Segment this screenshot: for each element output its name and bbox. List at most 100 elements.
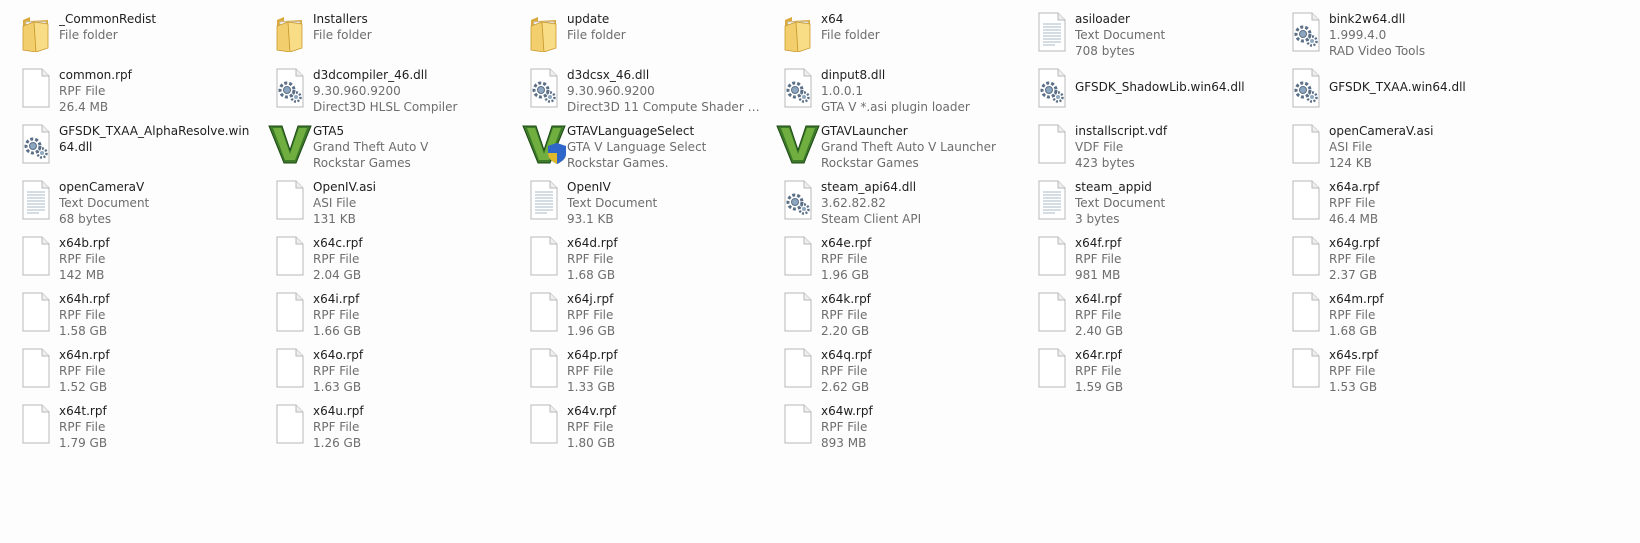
file-type: RPF File [59, 308, 106, 322]
file-item[interactable]: x64e.rpf RPF File 1.96 GB [776, 230, 1030, 286]
file-type: ASI File [313, 196, 357, 210]
file-item[interactable]: x64s.rpf RPF File 1.53 GB [1284, 342, 1538, 398]
file-type: RPF File [1329, 196, 1376, 210]
file-type: RPF File [1075, 364, 1122, 378]
file-meta: GTA5 Grand Theft Auto V Rockstar Games [313, 120, 509, 171]
file-name: x64h.rpf [59, 292, 110, 306]
file-type: VDF File [1075, 140, 1124, 154]
dll-gear-icon [522, 64, 566, 112]
file-meta: x64l.rpf RPF File 2.40 GB [1075, 288, 1271, 339]
dll-gear-icon [1030, 64, 1074, 112]
dll-gear-icon [776, 64, 820, 112]
file-detail: 1.53 GB [1329, 380, 1378, 394]
file-meta: _CommonRedist File folder [59, 8, 255, 43]
file-item[interactable]: x64j.rpf RPF File 1.96 GB [522, 286, 776, 342]
file-meta: x64w.rpf RPF File 893 MB [821, 400, 1017, 451]
file-item[interactable]: x64o.rpf RPF File 1.63 GB [268, 342, 522, 398]
file-item[interactable]: update File folder [522, 6, 776, 62]
file-type: GTA V Language Select [567, 140, 707, 154]
file-item[interactable]: x64a.rpf RPF File 46.4 MB [1284, 174, 1538, 230]
file-meta: x64u.rpf RPF File 1.26 GB [313, 400, 509, 451]
file-item[interactable]: Installers File folder [268, 6, 522, 62]
file-detail: 46.4 MB [1329, 212, 1379, 226]
blank-file-icon [268, 288, 312, 336]
file-item[interactable]: bink2w64.dll 1.999.4.0 RAD Video Tools [1284, 6, 1538, 62]
file-item[interactable]: x64h.rpf RPF File 1.58 GB [14, 286, 268, 342]
file-item[interactable]: installscript.vdf VDF File 423 bytes [1030, 118, 1284, 174]
file-item[interactable]: steam_appid Text Document 3 bytes [1030, 174, 1284, 230]
file-item[interactable]: OpenIV.asi ASI File 131 KB [268, 174, 522, 230]
file-type: 9.30.960.9200 [313, 84, 401, 98]
file-item[interactable]: GFSDK_ShadowLib.win64.dll [1030, 62, 1284, 118]
file-name: x64i.rpf [313, 292, 360, 306]
file-item[interactable]: x64u.rpf RPF File 1.26 GB [268, 398, 522, 454]
file-item[interactable]: x64q.rpf RPF File 2.62 GB [776, 342, 1030, 398]
blank-file-icon [1284, 344, 1328, 392]
file-name: x64w.rpf [821, 404, 873, 418]
file-item[interactable]: x64g.rpf RPF File 2.37 GB [1284, 230, 1538, 286]
file-item[interactable]: x64i.rpf RPF File 1.66 GB [268, 286, 522, 342]
file-name: x64k.rpf [821, 292, 871, 306]
text-document-icon [14, 176, 58, 224]
file-detail: Direct3D HLSL Compiler [313, 100, 458, 114]
file-meta: x64j.rpf RPF File 1.96 GB [567, 288, 763, 339]
file-item[interactable]: x64n.rpf RPF File 1.52 GB [14, 342, 268, 398]
file-item[interactable]: x64m.rpf RPF File 1.68 GB [1284, 286, 1538, 342]
file-item[interactable]: GFSDK_TXAA.win64.dll [1284, 62, 1538, 118]
file-meta: openCameraV Text Document 68 bytes [59, 176, 255, 227]
blank-file-icon [14, 64, 58, 112]
file-name: x64c.rpf [313, 236, 363, 250]
file-item[interactable]: x64f.rpf RPF File 981 MB [1030, 230, 1284, 286]
file-item[interactable]: x64w.rpf RPF File 893 MB [776, 398, 1030, 454]
file-grid: _CommonRedist File folder Installers Fil… [14, 6, 1634, 454]
blank-file-icon [776, 400, 820, 448]
gta-v-shield-logo-icon [522, 120, 566, 168]
file-meta: d3dcompiler_46.dll 9.30.960.9200 Direct3… [313, 64, 509, 115]
file-item[interactable]: x64v.rpf RPF File 1.80 GB [522, 398, 776, 454]
file-item[interactable]: asiloader Text Document 708 bytes [1030, 6, 1284, 62]
file-item[interactable]: x64r.rpf RPF File 1.59 GB [1030, 342, 1284, 398]
file-item[interactable]: x64b.rpf RPF File 142 MB [14, 230, 268, 286]
folder-icon [14, 8, 58, 56]
file-detail: 3 bytes [1075, 212, 1120, 226]
file-item[interactable]: GTA5 Grand Theft Auto V Rockstar Games [268, 118, 522, 174]
file-item[interactable]: steam_api64.dll 3.62.82.82 Steam Client … [776, 174, 1030, 230]
file-name: x64j.rpf [567, 292, 614, 306]
file-detail: 26.4 MB [59, 100, 109, 114]
file-item[interactable]: x64c.rpf RPF File 2.04 GB [268, 230, 522, 286]
file-name: steam_appid [1075, 180, 1152, 194]
file-item[interactable]: d3dcompiler_46.dll 9.30.960.9200 Direct3… [268, 62, 522, 118]
file-item[interactable]: x64l.rpf RPF File 2.40 GB [1030, 286, 1284, 342]
file-item[interactable]: x64k.rpf RPF File 2.20 GB [776, 286, 1030, 342]
file-item[interactable]: openCameraV.asi ASI File 124 KB [1284, 118, 1538, 174]
file-item[interactable]: GTAVLauncher Grand Theft Auto V Launcher… [776, 118, 1030, 174]
file-item[interactable]: x64d.rpf RPF File 1.68 GB [522, 230, 776, 286]
file-detail: 2.20 GB [821, 324, 870, 338]
file-meta: GFSDK_ShadowLib.win64.dll [1075, 64, 1271, 95]
file-item[interactable]: x64p.rpf RPF File 1.33 GB [522, 342, 776, 398]
file-name: OpenIV [567, 180, 611, 194]
file-item[interactable]: OpenIV Text Document 93.1 KB [522, 174, 776, 230]
file-detail: RAD Video Tools [1329, 44, 1426, 58]
file-item[interactable]: GFSDK_TXAA_AlphaResolve.win64.dll [14, 118, 268, 174]
file-item[interactable]: openCameraV Text Document 68 bytes [14, 174, 268, 230]
file-type: RPF File [1329, 364, 1376, 378]
file-detail: 2.37 GB [1329, 268, 1378, 282]
blank-file-icon [776, 288, 820, 336]
file-item[interactable]: x64 File folder [776, 6, 1030, 62]
file-name: steam_api64.dll [821, 180, 917, 194]
file-item[interactable]: _CommonRedist File folder [14, 6, 268, 62]
blank-file-icon [14, 400, 58, 448]
file-name: x64b.rpf [59, 236, 110, 250]
file-item[interactable]: GTAVLanguageSelect GTA V Language Select… [522, 118, 776, 174]
file-meta: x64d.rpf RPF File 1.68 GB [567, 232, 763, 283]
blank-file-icon [1030, 288, 1074, 336]
file-type: File folder [313, 28, 372, 42]
file-item[interactable]: d3dcsx_46.dll 9.30.960.9200 Direct3D 11 … [522, 62, 776, 118]
file-item[interactable]: x64t.rpf RPF File 1.79 GB [14, 398, 268, 454]
blank-file-icon [522, 232, 566, 280]
file-type: RPF File [1075, 252, 1122, 266]
file-item[interactable]: dinput8.dll 1.0.0.1 GTA V *.asi plugin l… [776, 62, 1030, 118]
file-item[interactable]: common.rpf RPF File 26.4 MB [14, 62, 268, 118]
file-type: RPF File [567, 420, 614, 434]
